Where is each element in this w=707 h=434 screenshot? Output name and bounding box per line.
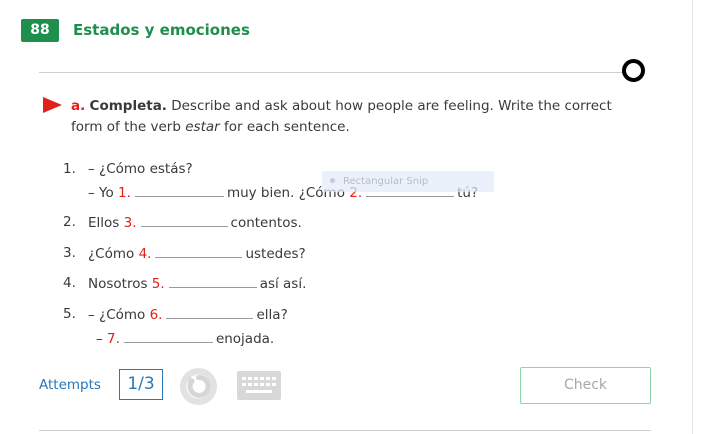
play-audio-icon[interactable]	[43, 97, 62, 113]
blank-number: 5.	[151, 276, 165, 292]
blank-number: 7.	[107, 331, 120, 347]
blank-number: 6.	[149, 307, 163, 323]
item-text: – Yo	[88, 185, 119, 201]
item-text: ustedes?	[245, 246, 306, 262]
rectangular-snip-tooltip: Rectangular Snip	[322, 171, 494, 192]
divider	[39, 430, 651, 431]
answer-blank-1[interactable]	[134, 182, 224, 197]
answer-blank-6[interactable]	[166, 304, 254, 319]
blank-number: 1.	[118, 185, 131, 201]
item-text: ¿Cómo	[88, 246, 139, 262]
instruction-letter: a.	[71, 98, 86, 114]
attempts-counter: 1/3	[119, 369, 163, 400]
answer-blank-7[interactable]	[123, 328, 213, 343]
answer-blank-4[interactable]	[155, 243, 243, 258]
instruction-verb: estar	[185, 119, 220, 135]
activity-title: Estados y emociones	[73, 21, 250, 39]
item-text: enojada.	[215, 331, 275, 347]
keyboard-icon[interactable]	[237, 371, 281, 400]
snip-label: Rectangular Snip	[343, 176, 429, 187]
item-text: contentos.	[230, 215, 302, 231]
item-text: – ¿Cómo	[88, 307, 150, 323]
item-3: ¿Cómo 4. ustedes?	[88, 243, 306, 264]
item-text: así así.	[259, 276, 307, 292]
item-text: Ellos	[88, 215, 124, 231]
item-2: Ellos 3. contentos.	[88, 212, 302, 233]
item-1-line-1: – ¿Cómo estás?	[88, 161, 193, 177]
check-button[interactable]: Check	[520, 367, 651, 404]
instruction-heading: Completa.	[89, 98, 167, 114]
answer-blank-3[interactable]	[140, 212, 228, 227]
item-5-line-1: – ¿Cómo 6. ella?	[88, 304, 288, 325]
item-text: ella?	[256, 307, 288, 323]
activity-number-badge: 88	[21, 19, 59, 42]
divider	[39, 72, 625, 73]
circle-icon[interactable]	[622, 59, 645, 82]
answer-blank-5[interactable]	[168, 273, 257, 288]
blank-number: 4.	[138, 246, 152, 262]
blank-number: 3.	[123, 215, 137, 231]
item-number: 5.	[63, 306, 76, 322]
item-number: 4.	[63, 275, 76, 291]
retry-icon[interactable]	[180, 368, 217, 405]
item-text: –	[96, 331, 108, 347]
item-number: 3.	[63, 245, 76, 261]
item-number: 1.	[63, 161, 76, 177]
item-text: Nosotros	[88, 276, 152, 292]
attempts-label: Attempts	[39, 377, 101, 393]
snip-dot-icon	[330, 178, 335, 183]
item-number: 2.	[63, 214, 76, 230]
instructions: a. Completa. Describe and ask about how …	[71, 96, 641, 138]
instruction-text-end: for each sentence.	[219, 119, 350, 135]
item-4: Nosotros 5. así así.	[88, 273, 306, 294]
item-5-line-2: – 7. enojada.	[96, 328, 274, 349]
